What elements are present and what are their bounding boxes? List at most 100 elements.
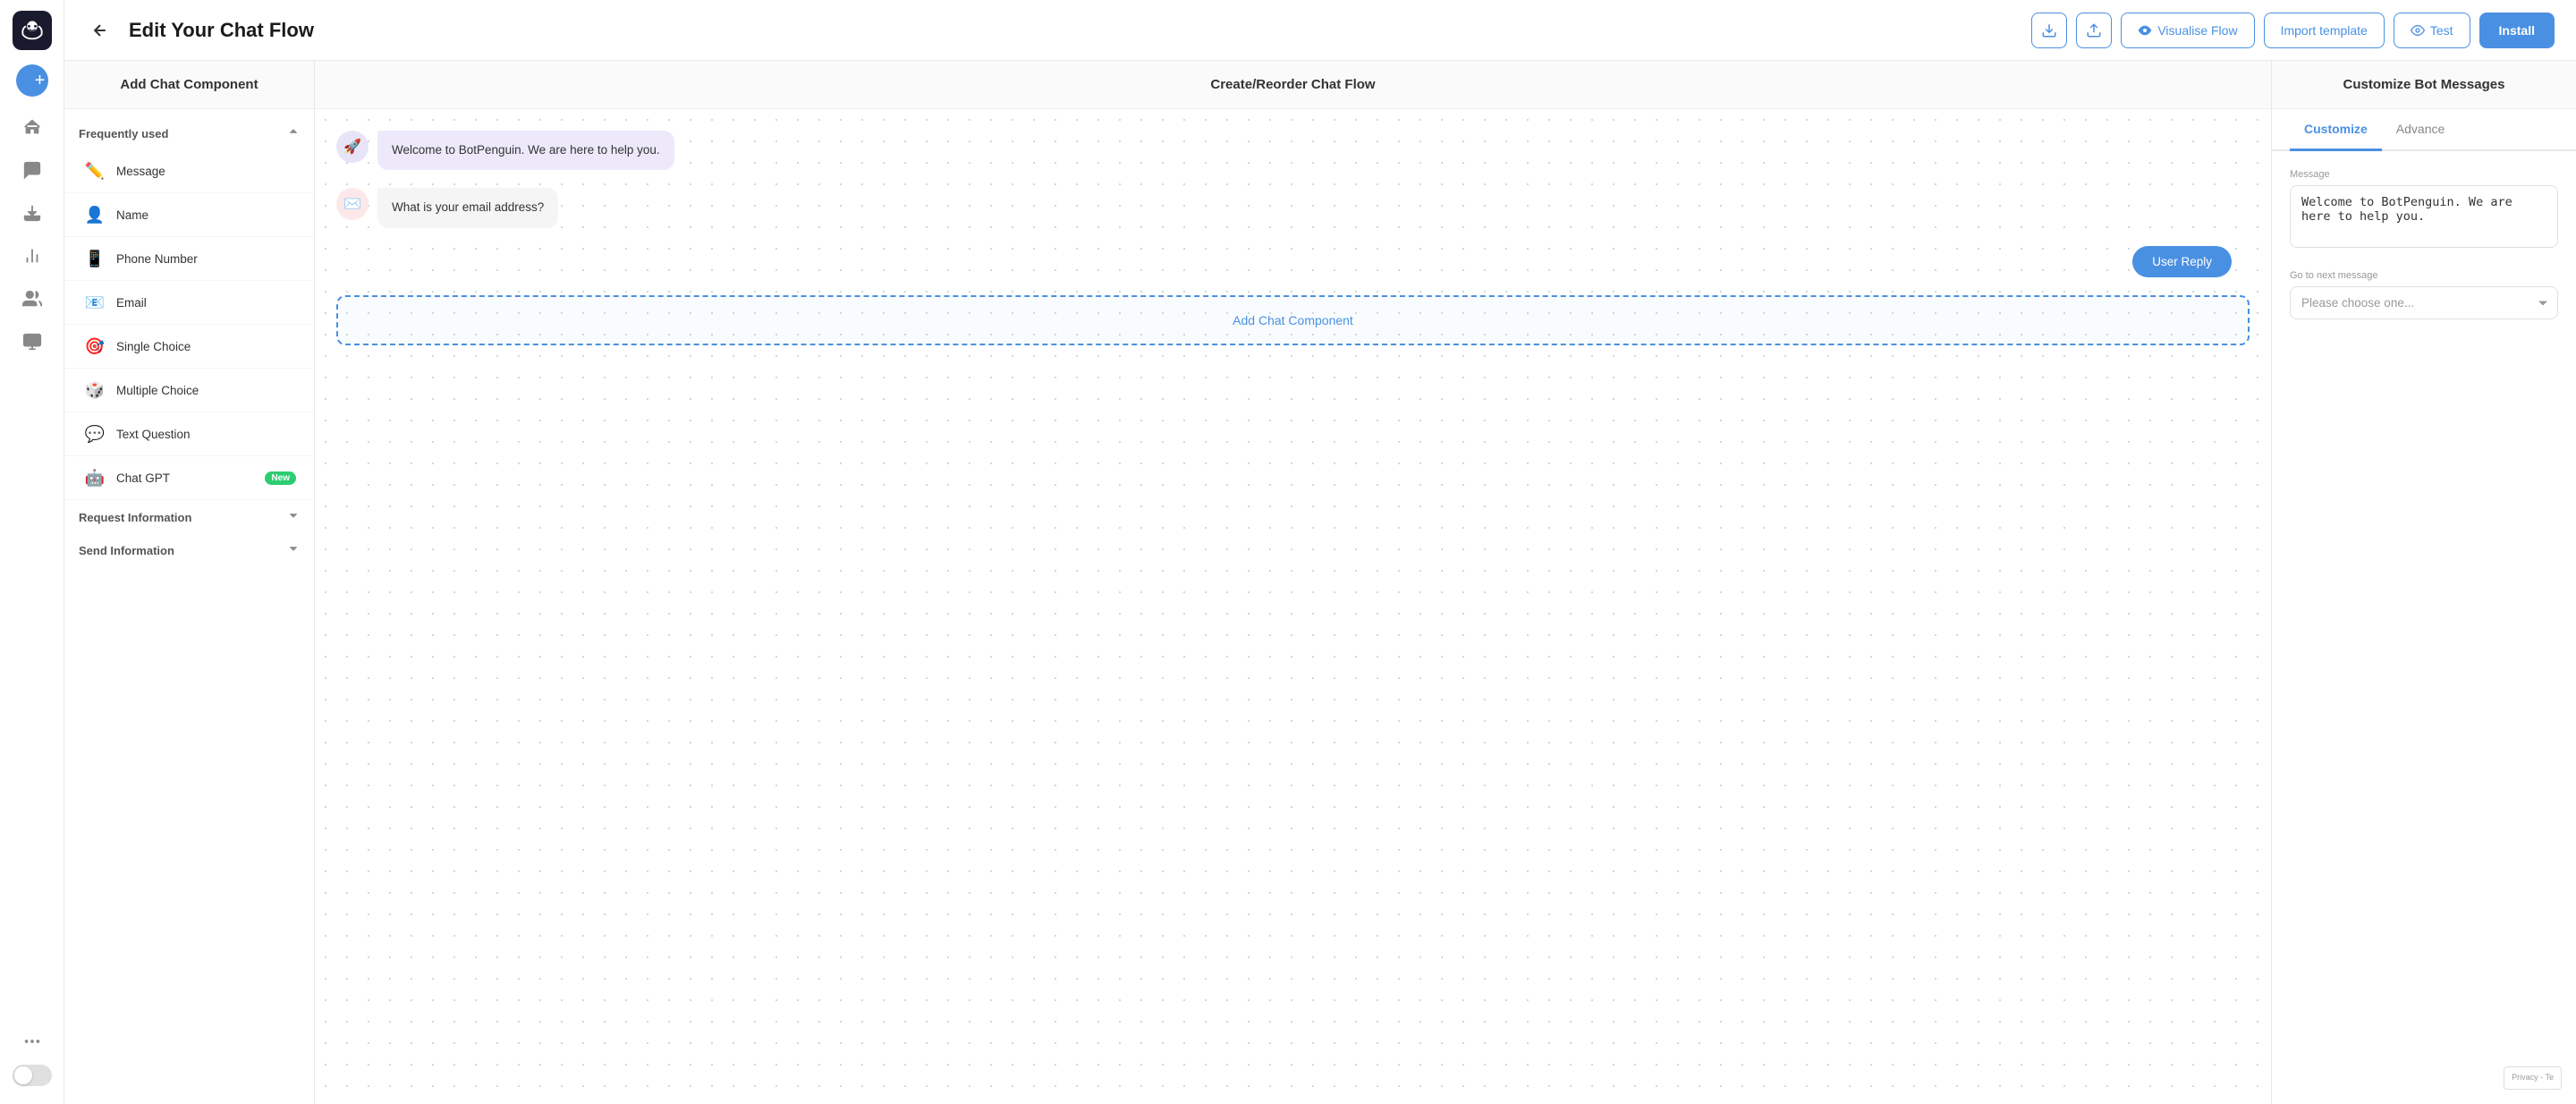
sidebar-toggle[interactable] — [13, 1065, 52, 1086]
customize-tabs: Customize Advance — [2272, 109, 2576, 151]
user-reply-button[interactable]: User Reply — [2132, 246, 2232, 277]
send-info-section[interactable]: Send Information — [64, 533, 314, 566]
install-button[interactable]: Install — [2479, 13, 2555, 48]
frequently-used-section[interactable]: Frequently used — [64, 116, 314, 149]
visualise-icon — [2138, 23, 2152, 38]
test-button[interactable]: Test — [2394, 13, 2470, 48]
header: Edit Your Chat Flow Visualise Flow Impor… — [64, 0, 2576, 61]
name-icon: 👤 — [82, 202, 107, 227]
email-avatar: ✉️ — [336, 188, 369, 220]
left-panel: Add Chat Component Frequently used ✏️ Me… — [64, 61, 315, 1104]
message-icon: ✏️ — [82, 158, 107, 183]
bot-avatar: 🚀 — [336, 131, 369, 163]
chevron-down-icon-2 — [287, 542, 300, 559]
sidebar-item-chat[interactable] — [13, 150, 52, 190]
sidebar-item-more[interactable] — [13, 1022, 52, 1061]
sidebar-item-users[interactable] — [13, 279, 52, 318]
recaptcha-badge: Privacy - Te — [2504, 1066, 2562, 1090]
multiple-choice-icon: 🎲 — [82, 378, 107, 403]
content-area: Add Chat Component Frequently used ✏️ Me… — [64, 61, 2576, 1104]
upload-icon — [2086, 22, 2102, 38]
monitor-icon — [22, 332, 42, 352]
frequently-used-label: Frequently used — [79, 127, 168, 140]
message-input[interactable] — [2290, 185, 2558, 248]
text-question-icon: 💬 — [82, 421, 107, 446]
message-field-group: Message — [2290, 169, 2558, 252]
chat-icon — [22, 160, 42, 180]
sidebar-item-home[interactable] — [13, 107, 52, 147]
email-label: Email — [116, 296, 296, 310]
new-badge: New — [265, 471, 296, 485]
next-message-label: Go to next message — [2290, 270, 2558, 281]
message-label: Message — [116, 165, 296, 178]
center-panel-header: Create/Reorder Chat Flow — [315, 61, 2271, 109]
sidebar: + — [0, 0, 64, 1104]
next-message-select-wrapper: Please choose one... — [2290, 286, 2558, 319]
chat-flow: 🚀 Welcome to BotPenguin. We are here to … — [315, 109, 2271, 1104]
right-panel: Customize Bot Messages Customize Advance… — [2272, 61, 2576, 1104]
component-item-email[interactable]: 📧 Email — [64, 281, 314, 325]
tab-advance[interactable]: Advance — [2382, 109, 2459, 151]
next-message-field-group: Go to next message Please choose one... — [2290, 270, 2558, 319]
sidebar-item-analytics[interactable] — [13, 236, 52, 276]
sidebar-item-import[interactable] — [13, 193, 52, 233]
sidebar-item-desktop[interactable] — [13, 322, 52, 361]
single-choice-label: Single Choice — [116, 340, 296, 353]
email-icon: 📧 — [82, 290, 107, 315]
request-info-label: Request Information — [79, 511, 191, 524]
message-field-label: Message — [2290, 169, 2558, 180]
back-arrow-icon — [91, 21, 109, 39]
component-item-text-question[interactable]: 💬 Text Question — [64, 412, 314, 456]
name-label: Name — [116, 208, 296, 222]
bar-chart-icon — [22, 246, 42, 266]
left-panel-header: Add Chat Component — [64, 61, 314, 109]
request-info-section[interactable]: Request Information — [64, 500, 314, 533]
header-actions: Visualise Flow Import template Test Inst… — [2031, 13, 2555, 48]
component-item-phone[interactable]: 📱 Phone Number — [64, 237, 314, 281]
download-icon — [2041, 22, 2057, 38]
app-logo — [13, 11, 52, 50]
back-button[interactable] — [86, 16, 114, 45]
next-message-select[interactable]: Please choose one... — [2290, 286, 2558, 319]
components-scroll: Frequently used ✏️ Message 👤 Name 📱 Phon… — [64, 109, 314, 1104]
main-area: Edit Your Chat Flow Visualise Flow Impor… — [64, 0, 2576, 1104]
component-item-chat-gpt[interactable]: 🤖 Chat GPT New — [64, 456, 314, 500]
email-question-bubble[interactable]: What is your email address? — [377, 188, 558, 227]
phone-label: Phone Number — [116, 252, 296, 266]
single-choice-icon: 🎯 — [82, 334, 107, 359]
center-panel: Create/Reorder Chat Flow 🚀 Welcome to Bo… — [315, 61, 2272, 1104]
eye-icon — [2411, 23, 2425, 38]
chat-gpt-icon: 🤖 — [82, 465, 107, 490]
add-chat-component-button[interactable]: Add Chat Component — [336, 295, 2250, 345]
multiple-choice-label: Multiple Choice — [116, 384, 296, 397]
visualise-flow-button[interactable]: Visualise Flow — [2121, 13, 2254, 48]
page-title: Edit Your Chat Flow — [129, 19, 2017, 42]
right-panel-header: Customize Bot Messages — [2272, 61, 2576, 109]
logo-icon — [20, 18, 45, 43]
component-item-name[interactable]: 👤 Name — [64, 193, 314, 237]
phone-icon: 📱 — [82, 246, 107, 271]
send-info-label: Send Information — [79, 544, 174, 557]
customize-content: Message Go to next message Please choose… — [2272, 151, 2576, 1104]
tab-customize[interactable]: Customize — [2290, 109, 2382, 151]
import-template-button[interactable]: Import template — [2264, 13, 2385, 48]
download-icon — [22, 203, 42, 223]
welcome-message-block: 🚀 Welcome to BotPenguin. We are here to … — [336, 131, 694, 170]
component-item-multiple-choice[interactable]: 🎲 Multiple Choice — [64, 369, 314, 412]
upload-button[interactable] — [2076, 13, 2112, 48]
download-button[interactable] — [2031, 13, 2067, 48]
component-item-message[interactable]: ✏️ Message — [64, 149, 314, 193]
welcome-bubble[interactable]: Welcome to BotPenguin. We are here to he… — [377, 131, 674, 170]
home-icon — [22, 117, 42, 137]
plus-icon — [19, 72, 35, 89]
chevron-up-icon — [287, 125, 300, 142]
more-dots-icon — [22, 1032, 42, 1051]
add-button[interactable]: + — [16, 64, 48, 97]
toggle-knob — [14, 1066, 32, 1084]
chat-gpt-label: Chat GPT — [116, 471, 256, 485]
text-question-label: Text Question — [116, 428, 296, 441]
component-item-single-choice[interactable]: 🎯 Single Choice — [64, 325, 314, 369]
users-icon — [22, 289, 42, 309]
email-question-block: ✉️ What is your email address? — [336, 188, 694, 227]
chevron-down-icon — [287, 509, 300, 526]
